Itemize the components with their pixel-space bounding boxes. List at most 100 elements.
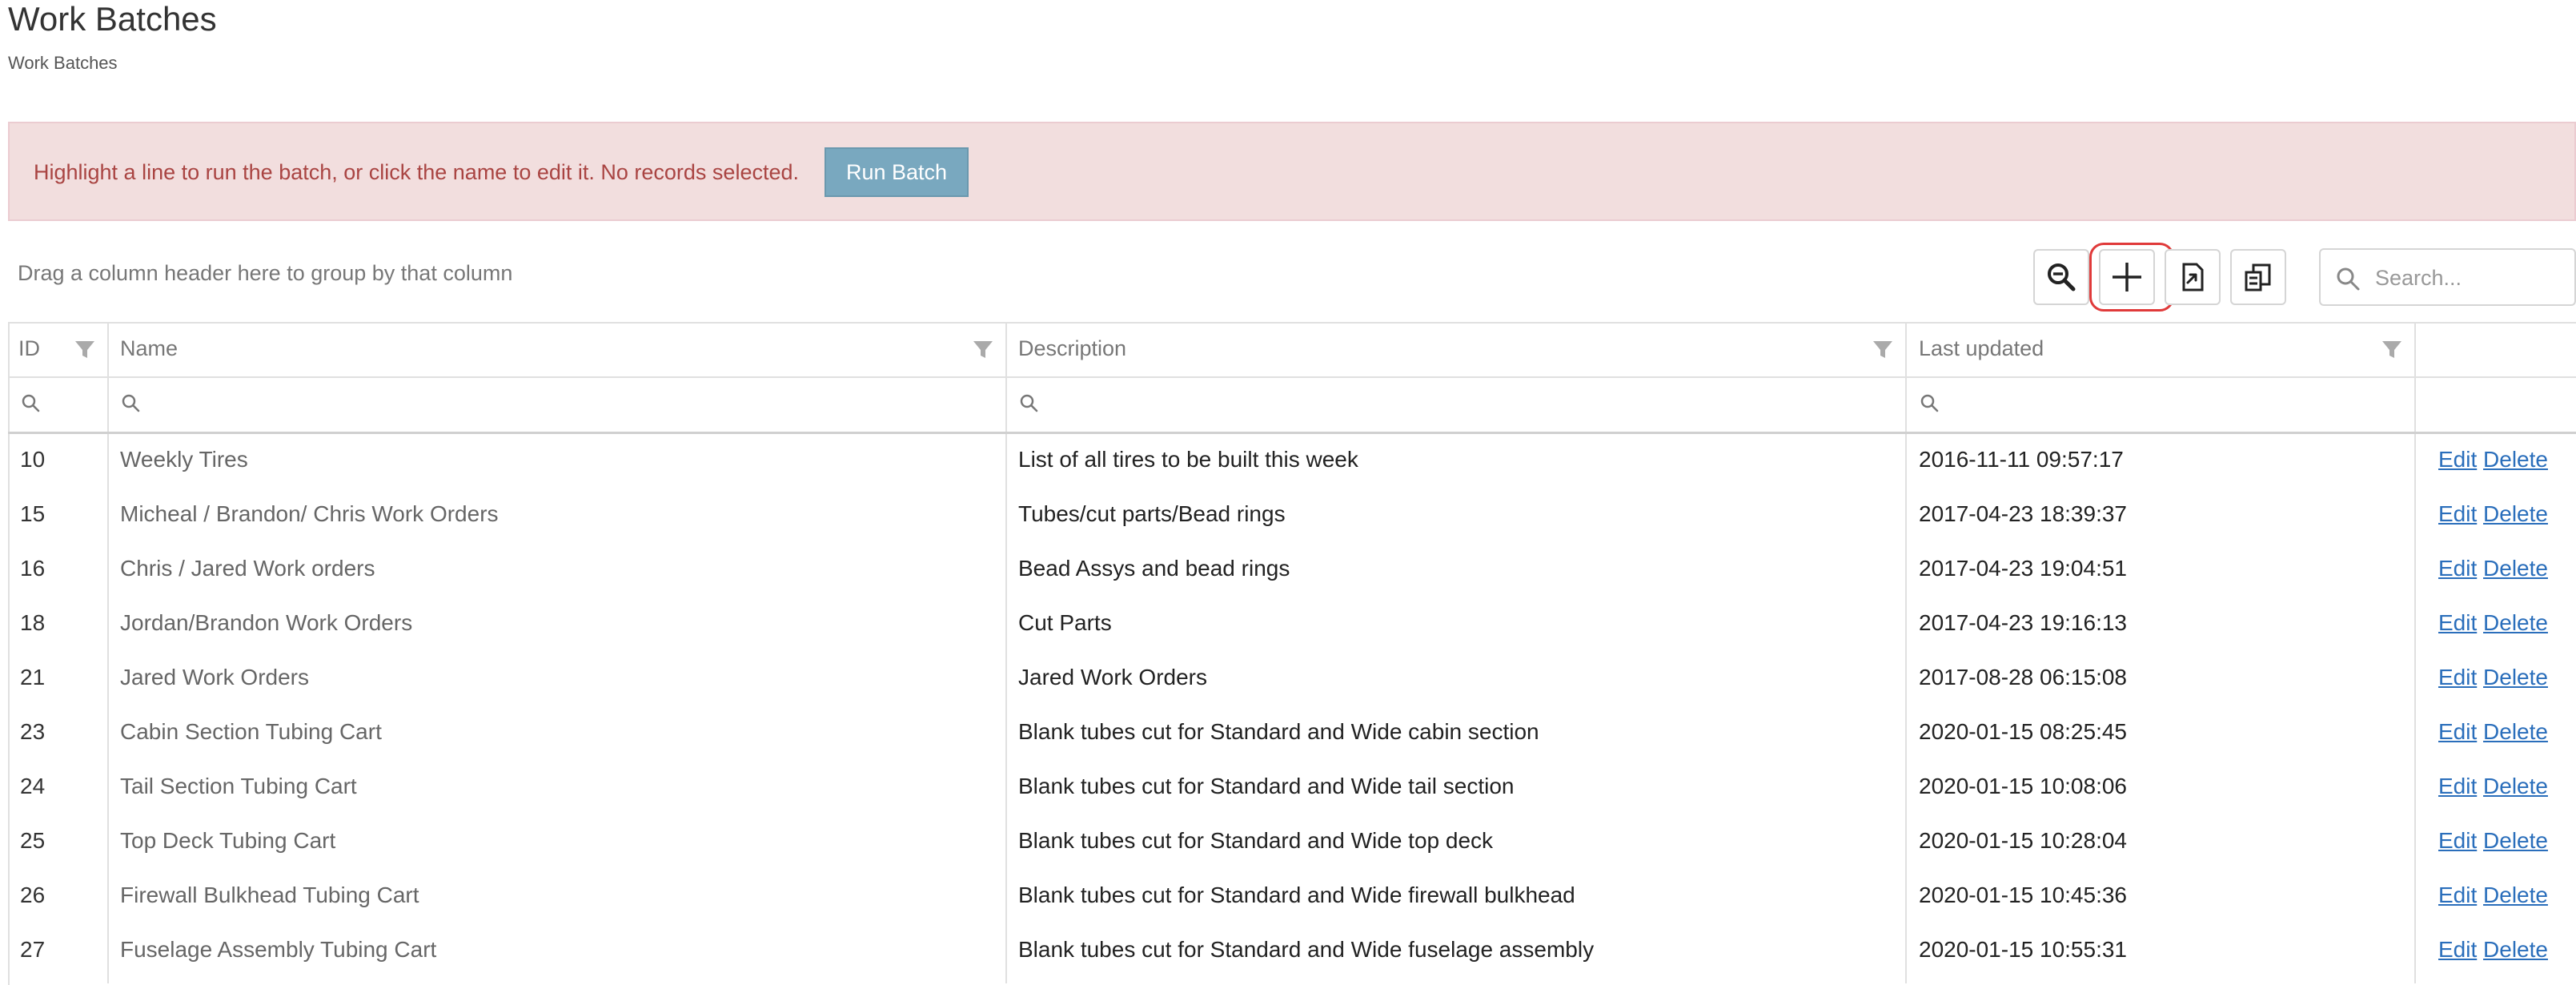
edit-link[interactable]: Edit bbox=[2438, 556, 2477, 581]
cell-name[interactable]: Micheal / Brandon/ Chris Work Orders bbox=[120, 501, 499, 527]
zoom-out-button[interactable] bbox=[2033, 249, 2089, 305]
filter-icon[interactable] bbox=[74, 338, 96, 360]
delete-link[interactable]: Delete bbox=[2483, 610, 2548, 635]
delete-link[interactable]: Delete bbox=[2483, 447, 2548, 472]
cell-name[interactable]: Jared Work Orders bbox=[120, 665, 309, 690]
edit-link[interactable]: Edit bbox=[2438, 447, 2477, 472]
cell-name[interactable]: Firewall Bulkhead Tubing Cart bbox=[120, 882, 419, 908]
cell-id: 26 bbox=[20, 882, 46, 907]
breadcrumb[interactable]: Work Batches bbox=[8, 53, 118, 74]
cell-id: 18 bbox=[20, 610, 46, 635]
export-button[interactable] bbox=[2165, 249, 2221, 305]
column-divider bbox=[107, 322, 109, 983]
delete-link[interactable]: Delete bbox=[2483, 556, 2548, 581]
cell-description: Cut Parts bbox=[1018, 610, 1112, 635]
filter-search-icon[interactable] bbox=[20, 392, 41, 413]
row-actions: Edit Delete bbox=[2438, 937, 2548, 963]
cell-id: 25 bbox=[20, 828, 46, 853]
row-actions: Edit Delete bbox=[2438, 665, 2548, 690]
column-divider bbox=[1005, 322, 1007, 983]
cell-name[interactable]: Tail Section Tubing Cart bbox=[120, 774, 357, 799]
search-input[interactable] bbox=[2373, 258, 2569, 298]
cell-description: Tubes/cut parts/Bead rings bbox=[1018, 501, 1286, 526]
filter-row-divider bbox=[8, 432, 2576, 434]
row-actions: Edit Delete bbox=[2438, 610, 2548, 636]
edit-link[interactable]: Edit bbox=[2438, 828, 2477, 853]
cell-id: 10 bbox=[20, 447, 46, 472]
column-header-name[interactable]: Name bbox=[120, 336, 178, 361]
filter-icon[interactable] bbox=[972, 338, 994, 360]
cell-last-updated: 2017-08-28 06:15:08 bbox=[1919, 665, 2127, 690]
delete-link[interactable]: Delete bbox=[2483, 774, 2548, 798]
cell-description: List of all tires to be built this week bbox=[1018, 447, 1358, 472]
row-actions: Edit Delete bbox=[2438, 447, 2548, 472]
cell-name[interactable]: Top Deck Tubing Cart bbox=[120, 828, 335, 854]
add-button[interactable] bbox=[2099, 249, 2155, 305]
cell-description: Blank tubes cut for Standard and Wide fu… bbox=[1018, 937, 1595, 962]
cell-id: 16 bbox=[20, 556, 46, 581]
zoom-out-icon bbox=[2048, 263, 2076, 291]
cell-name[interactable]: Chris / Jared Work orders bbox=[120, 556, 375, 581]
delete-link[interactable]: Delete bbox=[2483, 501, 2548, 526]
cell-last-updated: 2017-04-23 19:16:13 bbox=[1919, 610, 2127, 635]
filter-search-icon[interactable] bbox=[1919, 392, 1940, 413]
filter-search-icon[interactable] bbox=[1018, 392, 1039, 413]
edit-link[interactable]: Edit bbox=[2438, 882, 2477, 907]
group-panel[interactable]: Drag a column header here to group by th… bbox=[18, 261, 512, 286]
column-header-last-updated[interactable]: Last updated bbox=[1919, 336, 2044, 361]
cell-name[interactable]: Cabin Section Tubing Cart bbox=[120, 719, 382, 745]
column-divider bbox=[1905, 322, 1907, 983]
cell-id: 15 bbox=[20, 501, 46, 526]
cell-last-updated: 2016-11-11 09:57:17 bbox=[1919, 447, 2124, 472]
cell-last-updated: 2020-01-15 10:55:31 bbox=[1919, 937, 2127, 962]
delete-link[interactable]: Delete bbox=[2483, 882, 2548, 907]
search-box[interactable] bbox=[2319, 248, 2576, 306]
cell-description: Blank tubes cut for Standard and Wide ca… bbox=[1018, 719, 1539, 744]
cell-last-updated: 2020-01-15 10:45:36 bbox=[1919, 882, 2127, 907]
header-divider bbox=[8, 376, 2576, 378]
cell-description: Blank tubes cut for Standard and Wide ta… bbox=[1018, 774, 1515, 798]
edit-link[interactable]: Edit bbox=[2438, 774, 2477, 798]
column-chooser-icon bbox=[2245, 263, 2271, 291]
edit-link[interactable]: Edit bbox=[2438, 501, 2477, 526]
alert-message: Highlight a line to run the batch, or cl… bbox=[34, 160, 799, 184]
info-alert: Highlight a line to run the batch, or cl… bbox=[8, 122, 2576, 221]
cell-id: 24 bbox=[20, 774, 46, 798]
cell-id: 23 bbox=[20, 719, 46, 744]
export-icon bbox=[2182, 263, 2204, 291]
cell-last-updated: 2017-04-23 19:04:51 bbox=[1919, 556, 2127, 581]
edit-link[interactable]: Edit bbox=[2438, 937, 2477, 962]
column-chooser-button[interactable] bbox=[2230, 249, 2286, 305]
row-actions: Edit Delete bbox=[2438, 774, 2548, 799]
column-header-id[interactable]: ID bbox=[18, 336, 40, 361]
row-actions: Edit Delete bbox=[2438, 556, 2548, 581]
cell-id: 27 bbox=[20, 937, 46, 962]
edit-link[interactable]: Edit bbox=[2438, 665, 2477, 690]
filter-search-icon[interactable] bbox=[120, 392, 141, 413]
page-title: Work Batches bbox=[8, 0, 217, 38]
run-batch-button[interactable]: Run Batch bbox=[825, 147, 969, 197]
cell-name[interactable]: Weekly Tires bbox=[120, 447, 248, 472]
edit-link[interactable]: Edit bbox=[2438, 719, 2477, 744]
delete-link[interactable]: Delete bbox=[2483, 665, 2548, 690]
cell-last-updated: 2020-01-15 10:28:04 bbox=[1919, 828, 2127, 853]
cell-description: Jared Work Orders bbox=[1018, 665, 1207, 690]
column-header-description[interactable]: Description bbox=[1018, 336, 1126, 361]
edit-link[interactable]: Edit bbox=[2438, 610, 2477, 635]
cell-id: 21 bbox=[20, 665, 46, 690]
delete-link[interactable]: Delete bbox=[2483, 937, 2548, 962]
cell-name[interactable]: Fuselage Assembly Tubing Cart bbox=[120, 937, 436, 963]
row-actions: Edit Delete bbox=[2438, 501, 2548, 527]
delete-link[interactable]: Delete bbox=[2483, 719, 2548, 744]
plus-icon bbox=[2113, 263, 2141, 291]
delete-link[interactable]: Delete bbox=[2483, 828, 2548, 853]
cell-last-updated: 2020-01-15 08:25:45 bbox=[1919, 719, 2127, 744]
column-divider bbox=[2414, 322, 2416, 983]
cell-last-updated: 2020-01-15 10:08:06 bbox=[1919, 774, 2127, 798]
cell-name[interactable]: Jordan/Brandon Work Orders bbox=[120, 610, 412, 636]
cell-description: Blank tubes cut for Standard and Wide fi… bbox=[1018, 882, 1575, 907]
cell-description: Blank tubes cut for Standard and Wide to… bbox=[1018, 828, 1494, 853]
filter-icon[interactable] bbox=[2381, 338, 2403, 360]
cell-description: Bead Assys and bead rings bbox=[1018, 556, 1290, 581]
filter-icon[interactable] bbox=[1872, 338, 1894, 360]
